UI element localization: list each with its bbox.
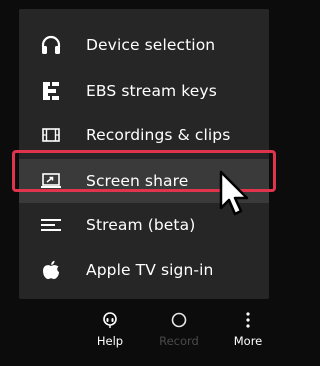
record-label: Record	[159, 334, 199, 348]
screen: Device selection EBS stream keys Recordi…	[0, 0, 282, 366]
help-button[interactable]: Help	[80, 310, 140, 348]
help-icon	[80, 310, 140, 330]
menu-item-device-selection[interactable]: Device selection	[19, 23, 269, 67]
apple-icon	[39, 258, 63, 282]
more-label: More	[233, 334, 263, 348]
menu-item-recordings-clips[interactable]: Recordings & clips	[19, 113, 269, 157]
stream-lines-icon	[39, 213, 63, 237]
bottom-toolbar: Help Record More	[0, 300, 282, 366]
menu-item-label: Apple TV sign-in	[86, 261, 214, 279]
menu-item-apple-tv-signin[interactable]: Apple TV sign-in	[19, 248, 269, 292]
help-label: Help	[96, 334, 124, 348]
menu-item-label: Recordings & clips	[86, 126, 231, 144]
menu-item-label: Device selection	[86, 36, 216, 54]
menu-item-label: EBS stream keys	[86, 82, 217, 100]
menu-item-label: Stream (beta)	[86, 216, 196, 234]
mouse-pointer-icon	[218, 170, 252, 222]
record-button[interactable]: Record	[149, 310, 209, 348]
film-icon	[39, 123, 63, 147]
screen-share-icon	[39, 169, 63, 193]
headphones-icon	[39, 33, 63, 57]
more-menu: Device selection EBS stream keys Recordi…	[19, 9, 269, 299]
ebs-logo-icon	[39, 79, 63, 103]
menu-item-ebs-stream-keys[interactable]: EBS stream keys	[19, 69, 269, 113]
record-icon	[149, 310, 209, 330]
more-button[interactable]: More	[218, 310, 278, 348]
more-dots-icon	[218, 310, 278, 330]
menu-item-label: Screen share	[86, 172, 189, 190]
